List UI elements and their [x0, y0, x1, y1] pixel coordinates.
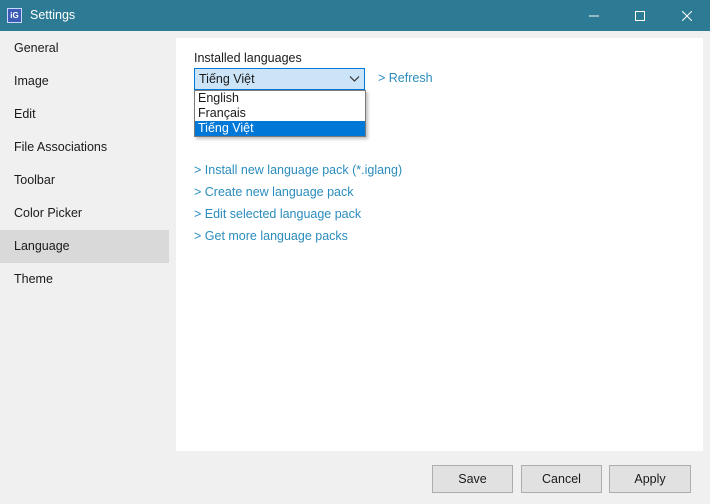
sidebar-item-toolbar[interactable]: Toolbar [0, 164, 169, 197]
sidebar-item-edit[interactable]: Edit [0, 98, 169, 131]
close-button[interactable] [664, 0, 710, 31]
chevron-down-icon [349, 76, 360, 82]
minimize-button[interactable] [571, 0, 617, 31]
sidebar-item-color-picker[interactable]: Color Picker [0, 197, 169, 230]
language-option-tieng-viet[interactable]: Tiếng Việt [195, 121, 365, 136]
language-option-english[interactable]: English [195, 91, 365, 106]
apply-button[interactable]: Apply [609, 465, 691, 493]
sidebar-item-language[interactable]: Language [0, 230, 169, 263]
cancel-button[interactable]: Cancel [521, 465, 602, 493]
window-title: Settings [30, 8, 76, 22]
language-select-value: Tiếng Việt [199, 72, 255, 86]
maximize-icon [635, 10, 645, 21]
sidebar-item-general[interactable]: General [0, 32, 169, 65]
maximize-button[interactable] [617, 0, 663, 31]
language-panel: Installed languages Tiếng Việt > Refresh… [176, 38, 703, 451]
installed-languages-label: Installed languages [194, 51, 302, 65]
title-bar[interactable]: iG Settings [0, 0, 710, 31]
close-icon [682, 10, 692, 21]
save-button[interactable]: Save [432, 465, 513, 493]
refresh-link[interactable]: > Refresh [378, 71, 433, 85]
get-more-language-packs-link[interactable]: > Get more language packs [194, 229, 348, 243]
create-language-pack-link[interactable]: > Create new language pack [194, 185, 354, 199]
edit-language-pack-link[interactable]: > Edit selected language pack [194, 207, 361, 221]
language-dropdown-list: English Français Tiếng Việt [194, 90, 366, 137]
settings-sidebar: General Image Edit File Associations Too… [0, 31, 176, 451]
app-logo-icon: iG [7, 8, 22, 23]
install-language-pack-link[interactable]: > Install new language pack (*.iglang) [194, 163, 402, 177]
sidebar-item-theme[interactable]: Theme [0, 263, 169, 296]
settings-window: iG Settings General Image Edit File Asso… [0, 0, 710, 504]
sidebar-item-image[interactable]: Image [0, 65, 169, 98]
minimize-icon [589, 15, 599, 16]
language-select[interactable]: Tiếng Việt [194, 68, 365, 90]
language-option-francais[interactable]: Français [195, 106, 365, 121]
sidebar-item-file-associations[interactable]: File Associations [0, 131, 169, 164]
